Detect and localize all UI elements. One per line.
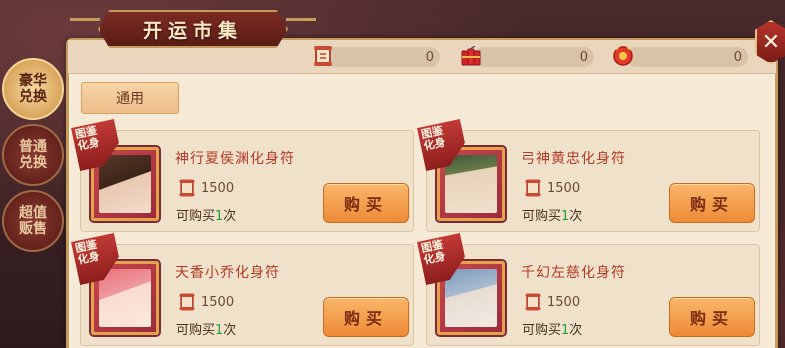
side-tab-label: 豪华兑换 [19, 73, 47, 105]
item-card: 图鉴 化身 天香小乔化身符 1500 可购买1次 购买 [80, 244, 414, 346]
tag-bottom-text: 化身 [76, 135, 101, 153]
price-row: 1500 [177, 292, 234, 312]
scroll-token-icon [525, 293, 541, 311]
item-card: 图鉴 化身 神行夏侯渊化身符 1500 可购买1次 购买 [80, 130, 414, 232]
item-name: 弓神黄忠化身符 [521, 151, 626, 167]
price-row: 1500 [523, 292, 580, 312]
currency-slot-1: 0 [324, 47, 440, 67]
purchase-limit: 可购买1次 [522, 319, 582, 338]
item-name: 天香小乔化身符 [175, 265, 280, 281]
limit-prefix: 可购买 [522, 323, 562, 338]
side-tab-normal-exchange[interactable]: 普通兑换 [2, 124, 64, 186]
item-name: 神行夏侯渊化身符 [175, 151, 295, 167]
character-portrait-zuo-ci [445, 269, 497, 327]
banner-wing-right [286, 18, 316, 21]
scroll-token-icon [525, 179, 541, 197]
currency-value-3: 0 [733, 49, 742, 65]
scroll-token-icon [179, 179, 195, 197]
tag-bottom-text: 化身 [76, 249, 101, 267]
sub-tab-general[interactable]: 通用 [81, 82, 179, 114]
currency-value-2: 0 [579, 49, 588, 65]
price-row: 1500 [177, 178, 234, 198]
character-portrait-xiao-qiao [99, 269, 151, 327]
limit-prefix: 可购买 [522, 209, 562, 224]
side-tab-label: 超值贩售 [19, 205, 47, 237]
close-icon: ✕ [761, 29, 781, 55]
buy-button[interactable]: 购买 [323, 183, 409, 223]
price-value: 1500 [201, 294, 235, 310]
scroll-token-icon [310, 42, 336, 70]
purchase-limit: 可购买1次 [176, 319, 236, 338]
purchase-limit: 可购买1次 [176, 205, 236, 224]
limit-suffix: 次 [223, 323, 237, 338]
page-title: 开运市集 [142, 19, 243, 42]
buy-button[interactable]: 购买 [669, 183, 755, 223]
side-tab-luxury-exchange[interactable]: 豪华兑换 [2, 58, 64, 120]
buy-button[interactable]: 购买 [669, 297, 755, 337]
purchase-limit: 可购买1次 [522, 205, 582, 224]
buy-button-label: 购买 [343, 195, 388, 214]
firecracker-icon [458, 42, 484, 70]
character-portrait-xiahou-yuan [99, 155, 151, 213]
sub-tab-label: 通用 [116, 91, 144, 107]
buy-button-label: 购买 [343, 309, 388, 328]
currency-value-1: 0 [425, 49, 434, 65]
price-row: 1500 [523, 178, 580, 198]
buy-button[interactable]: 购买 [323, 297, 409, 337]
limit-suffix: 次 [569, 323, 583, 338]
tag-bottom-text: 化身 [422, 135, 447, 153]
scroll-token-icon [179, 293, 195, 311]
item-card: 图鉴 化身 千幻左慈化身符 1500 可购买1次 购买 [426, 244, 760, 346]
buy-button-label: 购买 [689, 309, 734, 328]
side-tab-value-sale[interactable]: 超值贩售 [2, 190, 64, 252]
tag-bottom-text: 化身 [422, 249, 447, 267]
limit-suffix: 次 [223, 209, 237, 224]
side-tab-label: 普通兑换 [19, 139, 47, 171]
limit-suffix: 次 [569, 209, 583, 224]
buy-button-label: 购买 [689, 195, 734, 214]
title-banner: 开运市集 [98, 10, 288, 48]
banner-wing-left [70, 18, 100, 21]
price-value: 1500 [201, 180, 235, 196]
price-value: 1500 [547, 294, 581, 310]
currency-slot-2: 0 [474, 47, 594, 67]
character-portrait-huang-zhong [445, 155, 497, 213]
currency-slot-3: 0 [626, 47, 748, 67]
limit-prefix: 可购买 [176, 323, 216, 338]
limit-prefix: 可购买 [176, 209, 216, 224]
price-value: 1500 [547, 180, 581, 196]
item-name: 千幻左慈化身符 [521, 265, 626, 281]
item-card: 图鉴 化身 弓神黄忠化身符 1500 可购买1次 购买 [426, 130, 760, 232]
red-envelope-icon [610, 42, 636, 70]
